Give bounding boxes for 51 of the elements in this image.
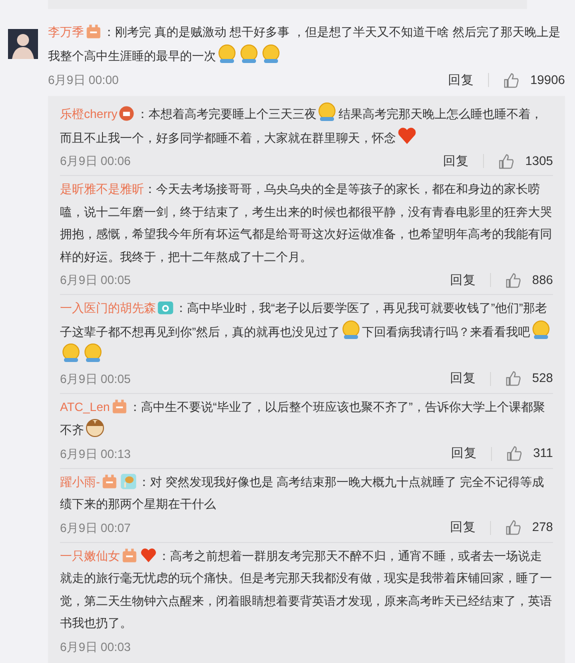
like-button[interactable]: 278 bbox=[505, 518, 553, 537]
heart-icon bbox=[397, 126, 417, 146]
thumbs-up-icon bbox=[498, 152, 516, 170]
member-badge-icon bbox=[85, 23, 102, 40]
timestamp: 6月9日 00:13 bbox=[60, 446, 131, 462]
like-button[interactable]: 528 bbox=[505, 369, 553, 388]
dog-emoji-icon bbox=[85, 418, 105, 438]
timestamp: 6月9日 00:06 bbox=[60, 153, 131, 170]
emoji-icon bbox=[531, 320, 551, 340]
thumbs-up-icon bbox=[505, 370, 522, 387]
timestamp: 6月9日 00:03 bbox=[60, 638, 131, 656]
thumbs-up-icon bbox=[506, 445, 524, 462]
timestamp: 6月9日 00:07 bbox=[60, 520, 131, 536]
comment-text: 是昕雅不是雅昕：今天去考场接哥哥，乌央乌央的全是等孩子的家长，都在和身边的家长唠嗑，说十二年磨一剑，终于结束了，考生出来的时候也都很平静，没有青春电影里的狂奔大哭拥抱，感慨，希望我今年所有坏运气都是给哥哥这次好运做准备，也希望明年高考的我能有同样的好运。我终于，把十二年熬成了十二个月。 bbox=[60, 181, 553, 266]
like-button[interactable]: 19906 bbox=[503, 70, 565, 90]
emoji-icon bbox=[217, 44, 237, 64]
timestamp: 6月9日 00:05 bbox=[60, 370, 131, 388]
emoji-icon bbox=[239, 44, 259, 64]
timestamp: 6月9日 00:05 bbox=[60, 272, 131, 289]
thumbs-up-icon bbox=[505, 272, 522, 288]
like-button[interactable]: 311 bbox=[506, 444, 553, 463]
comment-text: 躍小雨- ：对 突然发现我好像也是 高考结束那一晚大概九十点就睡了 完全不记得等成绩下来的那两个星期在干什么 bbox=[60, 472, 546, 513]
round-badge-icon bbox=[118, 105, 136, 122]
member-badge-icon bbox=[110, 398, 128, 414]
comment-text: 一入医门的胡先森 ：高中毕业时，我“老子以后要学医了，再见我可就要收钱了”他们”那老子这辈子都不想再见到你”然后，真的就再也没见过了 下回看病我请行吗？来看看我吧 bbox=[60, 297, 553, 366]
emoji-icon bbox=[261, 44, 281, 64]
thumbs-up-icon bbox=[505, 519, 522, 536]
reply-link[interactable]: 回复 bbox=[450, 369, 476, 388]
reply-link[interactable]: 回复 bbox=[451, 444, 478, 463]
timestamp: 6月9日 00:00 bbox=[48, 72, 119, 89]
comment-text: 一只嫩仙女 ：高考之前想着一群朋友考完那天不醉不归，通宵不睡，或者去一场说走就走的旅行毫无忧虑的玩个痛快。但是考完那天我都没有做，现实是我带着床铺回家，睡了一觉，第二天生物钟六点醒来，闭着眼睛想着要背英语才发现，原来高考昨天已经结束了，英语书我也扔了。 bbox=[60, 546, 553, 632]
like-button[interactable]: 886 bbox=[505, 270, 553, 290]
member-badge-icon bbox=[121, 546, 138, 564]
drumstick-badge-icon bbox=[120, 472, 137, 490]
camera-badge-icon bbox=[157, 299, 174, 316]
member-badge-icon bbox=[101, 472, 118, 490]
emoji-icon bbox=[83, 343, 103, 363]
thumbs-up-icon bbox=[503, 72, 520, 88]
reply-link[interactable]: 回复 bbox=[450, 270, 476, 290]
avatar bbox=[8, 29, 38, 59]
emoji-icon bbox=[61, 343, 81, 363]
comment-text: 李万季 ：刚考完 真的是贼激动 想干好多事 ，但是想了半天又不知道干啥 然后完了那天晚上是我整个高中生涯睡的最早的一次 bbox=[48, 22, 562, 66]
comment-text: 乐橙cherry ：本想着高考完要睡上个三天三夜 结果高考完那天晚上怎么睡也睡不着，而且不止我一个，好多同学都睡不着，大家就在群里聊天，怀念 bbox=[60, 102, 553, 149]
emoji-icon bbox=[317, 102, 338, 122]
heart-badge-icon bbox=[140, 546, 157, 564]
reply-link[interactable]: 回复 bbox=[443, 152, 470, 170]
comment-text: ATC_Len ：高中生不要说“毕业了，以后整个班应该也聚不齐了”，告诉你大学上个课都聚不齐 bbox=[60, 396, 546, 440]
like-button[interactable]: 1305 bbox=[498, 152, 553, 170]
reply-link[interactable]: 回复 bbox=[448, 70, 474, 90]
reply-link[interactable]: 回复 bbox=[450, 518, 476, 537]
emoji-icon bbox=[341, 320, 361, 340]
